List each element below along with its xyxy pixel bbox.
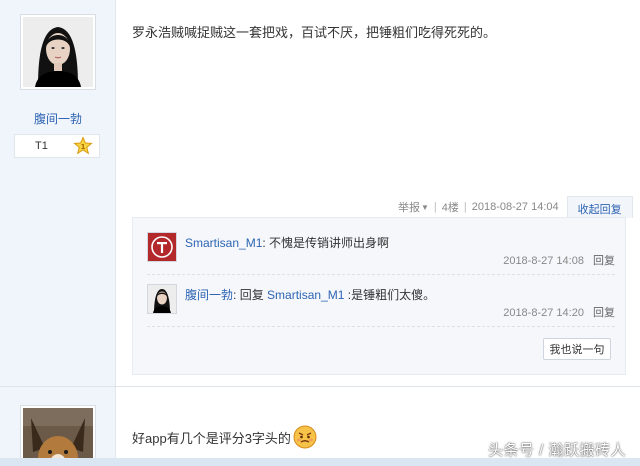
reply-colon: : (233, 288, 240, 302)
reply-time: 2018-8-27 14:20 (503, 307, 584, 319)
reply-avatar[interactable] (147, 232, 177, 262)
reply-meta: 2018-8-27 14:20 回复 (503, 304, 615, 320)
post-time: 2018-08-27 14:04 (471, 201, 559, 213)
collapse-replies-button[interactable]: 收起回复 (566, 196, 633, 218)
meta-divider: | (463, 201, 467, 213)
angry-face-emoji-icon (293, 425, 317, 449)
reply-username[interactable]: 腹间一勃 (185, 288, 233, 302)
report-link[interactable]: 举报 (398, 199, 420, 215)
reply-avatar[interactable] (147, 284, 177, 314)
post-floor-4: 腹间一勃 T1 1 罗永浩贼喊捉贼这一套把戏，百试不厌，把锤粗们吃得死死的。 举… (0, 0, 640, 386)
avatar-portrait (23, 17, 93, 87)
reply-username[interactable]: Smartisan_M1 (185, 236, 262, 250)
reply-button[interactable]: 回复 (593, 255, 615, 267)
reply-panel: Smartisan_M1: 不愧是传销讲师出身啊 2018-8-27 14:08… (132, 217, 626, 375)
reply-item: 腹间一勃: 回复 Smartisan_M1 :是锤粗们太傻。 2018-8-27… (147, 284, 615, 324)
user-sidebar: 腹间一勃 T1 1 (0, 0, 116, 386)
reply-item: Smartisan_M1: 不愧是传销讲师出身啊 2018-8-27 14:08… (147, 232, 615, 272)
post-text: 好app有几个是评分3字头的 (132, 430, 291, 446)
reply-body: :是锤粗们太傻。 (347, 288, 436, 302)
floor-number: 4楼 (441, 202, 459, 214)
reply-divider (147, 326, 615, 327)
level-star-icon: 1 (73, 136, 93, 155)
level-text: T1 (35, 140, 48, 152)
post-content: 罗永浩贼喊捉贼这一套把戏，百试不厌，把锤粗们吃得死死的。 (132, 25, 497, 40)
post-content: 好app有几个是评分3字头的 (132, 425, 317, 449)
svg-text:1: 1 (81, 143, 86, 151)
user-sidebar (0, 387, 116, 466)
avatar[interactable] (20, 14, 96, 90)
smartisan-logo-icon (148, 233, 176, 261)
reply-time: 2018-8-27 14:08 (503, 255, 584, 267)
reply-target-username[interactable]: Smartisan_M1 (267, 288, 344, 302)
reply-prefix: 回复 (239, 288, 264, 302)
say-something-button[interactable]: 我也说一句 (543, 338, 611, 360)
reply-divider (147, 274, 615, 275)
reply-body: 不愧是传销讲师出身啊 (269, 236, 390, 250)
reply-text: 腹间一勃: 回复 Smartisan_M1 :是锤粗们太傻。 (185, 286, 435, 303)
report-dropdown-icon[interactable]: ▼ (421, 203, 429, 212)
avatar-portrait-small (148, 285, 176, 313)
avatar[interactable] (20, 405, 96, 466)
level-badge: T1 1 (14, 134, 100, 158)
reply-button[interactable]: 回复 (593, 307, 615, 319)
post-meta-bar: 举报 ▼ | 4楼 | 2018-08-27 14:04 收起回复 (398, 196, 633, 218)
username[interactable]: 腹间一勃 (0, 110, 116, 127)
watermark: 头条号 / 瀚跃搬砖人 (487, 442, 626, 459)
reply-meta: 2018-8-27 14:08 回复 (503, 252, 615, 268)
reply-text: Smartisan_M1: 不愧是传销讲师出身啊 (185, 234, 389, 251)
meta-divider: | (433, 201, 437, 213)
